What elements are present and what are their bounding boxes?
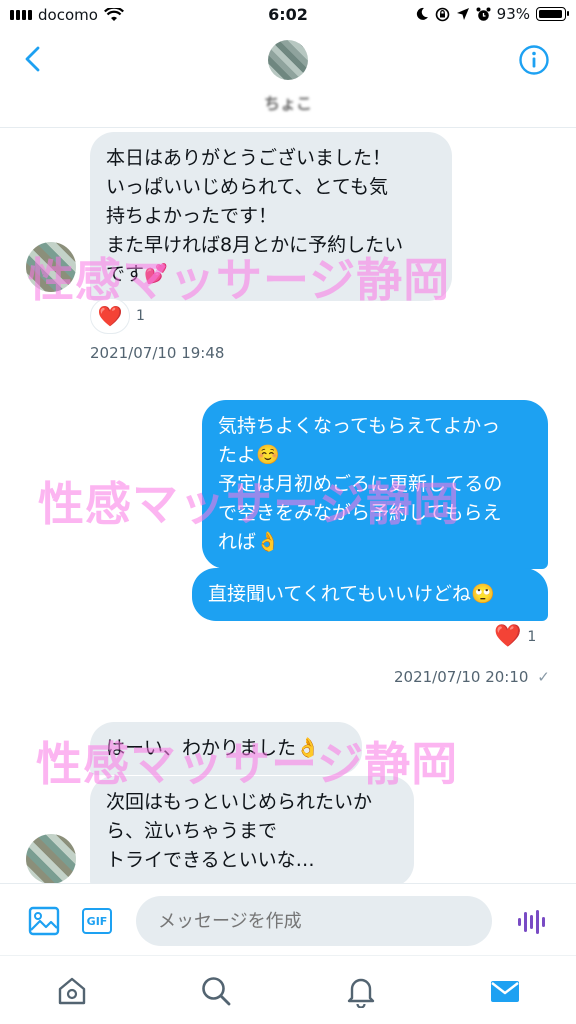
moon-icon — [416, 7, 428, 20]
sender-avatar[interactable] — [26, 834, 76, 883]
read-check-icon: ✓ — [537, 668, 550, 686]
gif-button[interactable]: GIF — [82, 908, 112, 934]
status-bar: docomo 6:02 93% — [0, 0, 576, 32]
message-bubble-outgoing[interactable]: 気持ちよくなってもらえてよかっ たよ☺️ 予定は月初めごろに更新してるの で空き… — [202, 400, 548, 569]
message-timestamp-row: 2021/07/10 20:10 ✓ — [394, 668, 550, 686]
voice-message-icon[interactable] — [516, 908, 548, 936]
location-icon — [456, 8, 469, 20]
image-button[interactable] — [28, 906, 60, 936]
battery-icon — [536, 7, 569, 21]
conversation-header: ちょこ — [0, 32, 576, 128]
message-composer: GIF — [0, 883, 576, 955]
message-reaction[interactable]: ❤️ 1 — [494, 624, 536, 649]
sender-avatar[interactable] — [26, 242, 76, 292]
heart-icon: ❤️ — [90, 298, 130, 334]
message-reaction[interactable]: ❤️ 1 — [90, 298, 145, 334]
message-bubble-outgoing[interactable]: 直接聞いてくれてもいいけどね🙄 — [192, 568, 548, 621]
notifications-icon[interactable] — [344, 974, 378, 1008]
messages-icon[interactable] — [488, 974, 522, 1008]
search-icon[interactable] — [199, 974, 233, 1008]
status-icons: 93% — [415, 5, 569, 23]
alarm-icon — [476, 7, 491, 21]
battery-percent: 93% — [496, 5, 530, 23]
home-icon[interactable] — [55, 974, 89, 1008]
message-list[interactable]: 本日はありがとうございました！ いっぱいいじめられて、とても気 持ちよかったです… — [0, 128, 576, 883]
contact-avatar[interactable] — [268, 40, 308, 80]
message-timestamp: 2021/07/10 20:10 — [394, 668, 529, 686]
lock-rotation-icon — [435, 7, 449, 21]
message-bubble-incoming[interactable]: 本日はありがとうございました！ いっぱいいじめられて、とても気 持ちよかったです… — [90, 132, 452, 301]
message-bubble-incoming[interactable]: はーい、わかりました👌 — [90, 722, 362, 775]
heart-icon: ❤️ — [494, 624, 522, 649]
reaction-count: 1 — [527, 628, 537, 645]
tab-bar — [0, 955, 576, 1024]
message-bubble-incoming[interactable]: 次回はもっといじめられたいか ら、泣いちゃうまで トライできるといいな… — [90, 776, 414, 883]
info-button[interactable] — [518, 44, 550, 76]
message-input[interactable] — [136, 896, 492, 946]
message-timestamp: 2021/07/10 19:48 — [90, 344, 225, 362]
back-button[interactable] — [18, 44, 48, 74]
contact-name[interactable]: ちょこ — [0, 90, 576, 114]
reaction-count: 1 — [136, 308, 145, 324]
